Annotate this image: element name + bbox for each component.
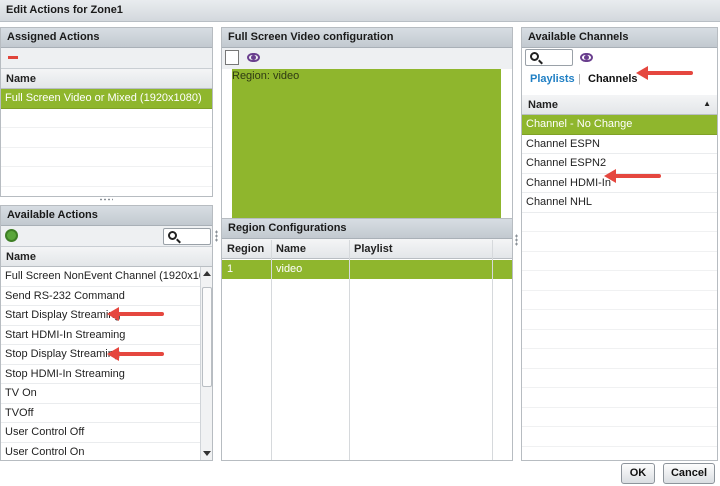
channels-name-header[interactable]: Name ▲ [522,95,717,115]
actions-scrollbar[interactable] [200,267,212,460]
empty-row [1,167,212,187]
available-actions-toolbar [1,226,212,247]
empty-row [522,310,717,330]
list-item[interactable]: Stop Display Streaming [1,345,200,365]
annotation-arrow [107,347,164,361]
list-item[interactable]: Stop HDMI-In Streaming [1,365,200,384]
list-item[interactable]: Channel ESPN2 [522,154,717,174]
list-item[interactable]: TV On [1,384,200,404]
channels-list: Channel - No Change Channel ESPN Channel… [522,115,717,447]
region-canvas[interactable]: Region: video [232,69,501,219]
available-actions-list: Full Screen NonEvent Channel (1920x1080)… [1,267,200,461]
list-item[interactable]: Channel NHL [522,193,717,213]
ok-button[interactable]: OK [621,463,655,484]
list-item[interactable]: Full Screen NonEvent Channel (1920x1080) [1,267,200,287]
column-divider [492,240,493,460]
region-label: Region: video [232,70,300,82]
tab-separator: | [578,73,581,85]
empty-row [522,271,717,291]
available-channels-title: Available Channels [522,28,717,48]
cancel-button[interactable]: Cancel [663,463,715,484]
search-icon [168,231,177,240]
video-config-title: Full Screen Video configuration [222,28,512,48]
available-name-header-label: Name [6,251,36,263]
actions-search-input[interactable] [163,228,211,245]
region-config-title: Region Configurations [222,219,512,239]
scroll-up-icon[interactable] [203,271,211,276]
column-divider [349,240,350,460]
region-column-header[interactable]: Region [227,243,264,255]
channels-toolbar [522,48,717,69]
annotation-arrow [636,66,693,80]
empty-row [522,330,717,349]
dialog-title: Edit Actions for Zone1 [0,0,720,22]
empty-row [522,408,717,427]
empty-row [522,252,717,271]
preview-eye-icon[interactable] [580,53,593,62]
assigned-action-row[interactable]: Full Screen Video or Mixed (1920x1080) [1,89,212,109]
available-name-header[interactable]: Name [1,247,212,267]
empty-row [1,109,212,128]
name-cell: video [276,263,303,275]
empty-row [522,213,717,232]
remove-action-icon[interactable] [8,56,18,59]
assigned-actions-toolbar [1,48,212,69]
list-item[interactable]: TVOff [1,404,200,423]
list-item[interactable]: Channel ESPN [522,135,717,154]
empty-row [522,291,717,310]
refresh-icon[interactable] [5,229,18,242]
empty-row [522,369,717,388]
channels-search-input[interactable] [525,49,573,66]
region-table-row[interactable]: 1 video [222,260,512,279]
empty-row [522,232,717,252]
vertical-splitter[interactable] [99,198,113,201]
tab-channels[interactable]: Channels [588,73,638,85]
scroll-down-icon[interactable] [203,451,211,456]
playlist-column-header[interactable]: Playlist [354,243,393,255]
list-item[interactable]: User Control On [1,443,200,461]
list-item[interactable]: User Control Off [1,423,200,443]
empty-row [522,427,717,447]
video-config-toolbar [222,48,512,69]
empty-row [1,128,212,148]
search-icon [530,52,539,61]
empty-row [522,349,717,369]
video-config-panel: Full Screen Video configuration Region: … [221,27,513,220]
channels-name-header-label: Name [528,99,558,111]
list-item[interactable]: Start HDMI-In Streaming [1,326,200,345]
assigned-name-header[interactable]: Name [1,69,212,89]
horizontal-splitter[interactable] [515,234,518,246]
empty-row [1,148,212,167]
name-column-header[interactable]: Name [276,243,306,255]
preview-eye-icon[interactable] [247,53,260,62]
list-item[interactable]: Start Display Streaming [1,306,200,326]
column-divider [271,240,272,460]
scroll-thumb[interactable] [202,287,212,387]
tab-playlists[interactable]: Playlists [530,73,575,85]
list-item[interactable]: Send RS-232 Command [1,287,200,306]
assigned-actions-title: Assigned Actions [1,28,212,48]
available-channels-panel: Available Channels Playlists | Channels … [521,27,718,461]
annotation-arrow [604,169,661,183]
assigned-name-header-label: Name [6,73,36,85]
available-actions-title: Available Actions [1,206,212,226]
region-config-panel: Region Configurations Region Name Playli… [221,218,513,461]
list-item[interactable]: Channel - No Change [522,115,717,135]
assigned-actions-panel: Assigned Actions Name Full Screen Video … [0,27,213,197]
region-table-header: Region Name Playlist [222,239,512,259]
horizontal-splitter[interactable] [215,230,218,242]
empty-row [522,388,717,408]
annotation-arrow [107,307,164,321]
available-actions-panel: Available Actions Name Full Screen NonEv… [0,205,213,461]
sort-ascending-icon: ▲ [703,99,711,108]
region-select-icon[interactable] [225,50,239,65]
region-cell: 1 [227,263,234,275]
